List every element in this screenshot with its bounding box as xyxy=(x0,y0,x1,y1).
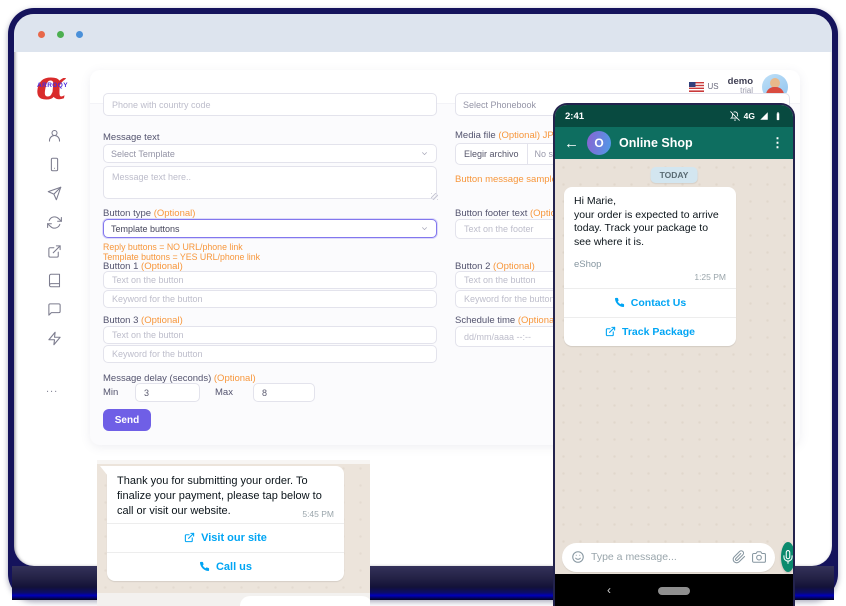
smartphone-icon xyxy=(47,157,62,172)
chevron-down-icon xyxy=(420,149,429,158)
sidebar-item-external[interactable] xyxy=(45,242,63,260)
battery-icon xyxy=(773,111,783,121)
locale-label: US xyxy=(708,82,719,91)
min-delay-input[interactable] xyxy=(135,383,200,402)
phone-nav-bar: ‹ xyxy=(555,574,793,606)
schedule-time-label: Schedule time (Optional) xyxy=(455,315,560,326)
message-time: 1:25 PM xyxy=(574,272,726,282)
choose-file-button[interactable]: Elegir archivo xyxy=(456,144,528,164)
message-line1: Hi Marie, xyxy=(574,195,726,209)
button-type-select[interactable]: Template buttons xyxy=(103,219,437,238)
browser-titlebar xyxy=(14,14,832,52)
phone-number-input[interactable] xyxy=(103,93,437,116)
button1-keyword-input[interactable] xyxy=(103,290,437,308)
close-window-dot[interactable] xyxy=(38,31,45,38)
helper-reply-buttons: Reply buttons = NO URL/phone link xyxy=(103,242,243,252)
chevron-down-icon xyxy=(420,224,429,233)
back-arrow-icon[interactable]: ← xyxy=(564,135,579,152)
visit-site-button[interactable]: Visit our site xyxy=(107,523,344,552)
whatsapp-phone-preview: 2:41 4G ← O Online Shop ⋮ TODAY Hi Marie… xyxy=(553,103,795,606)
sidebar-more[interactable]: ... xyxy=(46,383,58,395)
minimize-window-dot[interactable] xyxy=(57,31,64,38)
locale-selector[interactable]: US xyxy=(689,82,719,92)
contact-us-button[interactable]: Contact Us xyxy=(564,288,736,317)
max-label: Max xyxy=(215,387,233,398)
message-input-pill[interactable] xyxy=(240,596,370,606)
message-text-label: Message text xyxy=(103,132,160,143)
network-label: 4G xyxy=(744,111,755,121)
send-icon xyxy=(47,186,62,201)
contact-avatar[interactable]: O xyxy=(587,131,611,155)
sidebar-item-profile[interactable] xyxy=(45,126,63,144)
incoming-message-bubble: Thank you for submitting your order. To … xyxy=(107,466,344,581)
message-text-input[interactable] xyxy=(103,166,437,199)
screenshot-root: α ARROQY ... US xyxy=(0,0,846,606)
external-link-icon xyxy=(47,244,62,259)
send-button[interactable]: Send xyxy=(103,409,151,431)
sidebar-item-automation[interactable] xyxy=(45,329,63,347)
chat-header: ← O Online Shop ⋮ xyxy=(555,127,793,159)
app-logo[interactable]: α ARROQY xyxy=(36,68,84,106)
sync-icon xyxy=(47,215,62,230)
button-type-label: Button type (Optional) xyxy=(103,208,195,219)
external-link-icon xyxy=(184,532,195,543)
emoji-icon[interactable] xyxy=(571,550,585,564)
sidebar-item-devices[interactable] xyxy=(45,155,63,173)
mic-icon xyxy=(781,550,795,564)
mini-chat-preview: Thank you for submitting your order. To … xyxy=(97,460,370,606)
phone-call-icon xyxy=(614,297,625,308)
message-input-pill xyxy=(562,543,775,572)
phone-status-bar: 2:41 4G xyxy=(555,105,793,127)
external-link-icon xyxy=(605,326,616,337)
book-icon xyxy=(47,273,62,288)
date-divider: TODAY xyxy=(651,167,698,183)
type-message-input[interactable] xyxy=(591,551,726,563)
maximize-window-dot[interactable] xyxy=(76,31,83,38)
sidebar-item-send[interactable] xyxy=(45,184,63,202)
button1-text-input[interactable] xyxy=(103,271,437,289)
user-icon xyxy=(47,128,62,143)
message-line2: your order is expected to arrive today. … xyxy=(574,209,726,250)
incoming-message-bubble: Hi Marie, your order is expected to arri… xyxy=(564,187,736,346)
call-us-button[interactable]: Call us xyxy=(107,552,344,581)
template-select[interactable]: Select Template xyxy=(103,144,437,163)
message-sender: eShop xyxy=(574,259,726,270)
max-delay-input[interactable] xyxy=(253,383,315,402)
button3-label: Button 3 (Optional) xyxy=(103,315,183,326)
sidebar-item-sync[interactable] xyxy=(45,213,63,231)
us-flag-icon xyxy=(689,82,704,92)
chat-icon xyxy=(47,302,62,317)
bell-off-icon xyxy=(730,111,740,121)
sidebar-item-chats[interactable] xyxy=(45,300,63,318)
sidebar-item-docs[interactable] xyxy=(45,271,63,289)
button3-keyword-input[interactable] xyxy=(103,345,437,363)
logo-brand-text: ARROQY xyxy=(37,82,68,89)
button3-text-input[interactable] xyxy=(103,326,437,344)
mic-button[interactable] xyxy=(781,542,795,572)
resize-handle[interactable] xyxy=(431,193,438,200)
paperclip-icon[interactable] xyxy=(732,550,746,564)
menu-kebab-icon[interactable]: ⋮ xyxy=(771,135,784,151)
message-input-bar xyxy=(562,542,786,572)
track-package-button[interactable]: Track Package xyxy=(564,317,736,346)
camera-icon[interactable] xyxy=(752,550,766,564)
bolt-icon xyxy=(47,331,62,346)
nav-back-icon[interactable]: ‹ xyxy=(607,583,611,597)
contact-name: Online Shop xyxy=(619,136,763,150)
min-label: Min xyxy=(103,387,118,398)
status-time: 2:41 xyxy=(565,111,584,122)
signal-icon xyxy=(759,111,769,121)
phone-call-icon xyxy=(199,561,210,572)
home-indicator[interactable] xyxy=(658,587,690,595)
